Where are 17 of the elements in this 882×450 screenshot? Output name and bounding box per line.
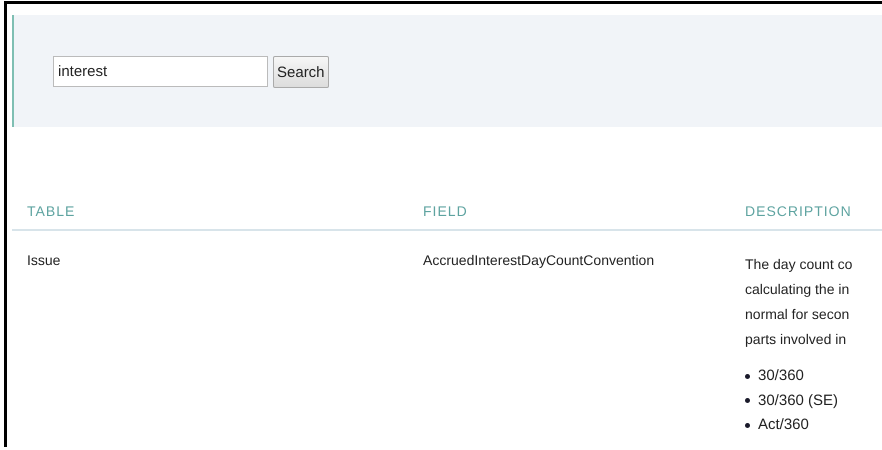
search-field[interactable]: interest: [53, 56, 268, 87]
table-cell: AccruedInterestDayCountConvention: [423, 252, 654, 268]
description-text: normal for secon: [745, 305, 850, 324]
column-header: DESCRIPTION: [745, 203, 852, 219]
column-header: TABLE: [27, 203, 76, 219]
search-button[interactable]: Search: [273, 56, 329, 88]
column-header: FIELD: [423, 203, 468, 219]
table-cell: Issue: [27, 252, 60, 268]
bullet-icon: [745, 374, 750, 379]
list-item: 30/360: [758, 366, 804, 386]
description-text: parts involved in: [745, 330, 846, 349]
bullet-icon: [745, 398, 750, 404]
list-item: Act/360: [758, 415, 809, 435]
bullet-icon: [745, 422, 750, 428]
description-text: calculating the in: [745, 280, 850, 299]
description-text: The day count co: [745, 255, 852, 274]
list-item: 30/360 (SE): [758, 390, 838, 410]
